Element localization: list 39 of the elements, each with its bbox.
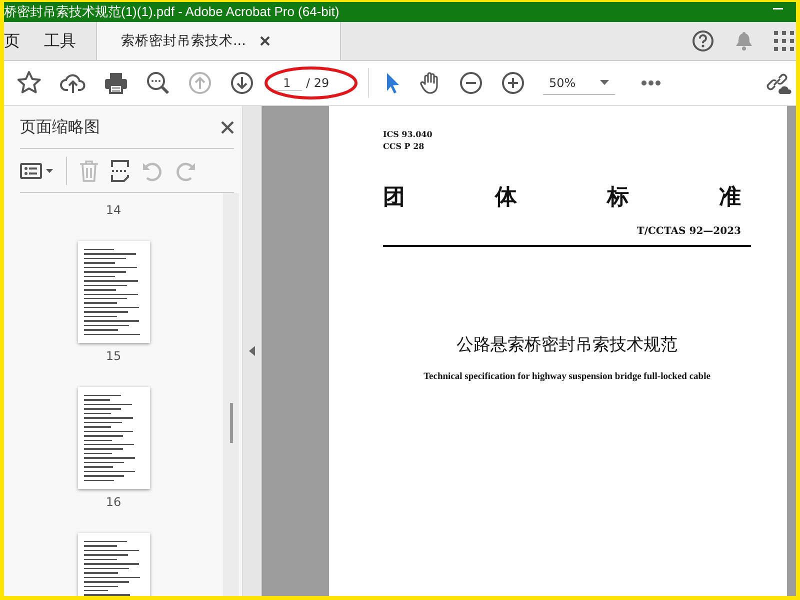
close-icon[interactable] — [260, 36, 270, 46]
page-number-label: 15 — [106, 349, 122, 363]
document-subtitle: Technical specification for highway suspension bridge full-locked cable — [422, 372, 712, 382]
classification-text: CCS P 28 — [383, 140, 426, 152]
page-thumbnail[interactable] — [78, 241, 150, 343]
classification-text: ICS 93.040 — [383, 128, 434, 140]
window-title: 桥密封吊索技术规范(1)(1).pdf - Adobe Acrobat Pro (64-bit) — [4, 3, 340, 21]
search-icon[interactable] — [146, 71, 170, 95]
page-number-field[interactable]: 1 — [272, 76, 302, 90]
page-number-label: 14 — [106, 203, 122, 217]
star-icon[interactable] — [16, 70, 42, 96]
document-title: 公路悬索桥密封吊索技术规范 — [456, 334, 678, 356]
heading-character: 团 — [383, 183, 405, 212]
panel-title: 页面缩略图 — [20, 116, 100, 138]
printer-icon[interactable] — [104, 72, 128, 94]
options-menu-icon[interactable] — [20, 162, 54, 178]
heading-character: 准 — [719, 183, 741, 212]
left-triangle-icon[interactable] — [249, 346, 255, 356]
zoom-in-icon[interactable] — [501, 71, 525, 95]
heading-character: 标 — [607, 183, 629, 212]
page-number-label: 16 — [106, 495, 122, 509]
tab[interactable]: 页 — [4, 22, 24, 60]
standard-code: T/CCTAS 92—2023 — [636, 226, 741, 237]
hand-icon[interactable] — [419, 71, 441, 95]
pointer-icon[interactable] — [385, 72, 401, 94]
zoom-out-icon[interactable] — [459, 71, 483, 95]
caret-icon — [600, 80, 609, 85]
more-icon[interactable] — [641, 80, 661, 86]
zoom-dropdown[interactable]: 50% — [543, 72, 615, 94]
tab[interactable]: 索桥密封吊索技术... — [97, 22, 341, 60]
help-icon[interactable] — [692, 30, 714, 52]
page-extract-icon[interactable] — [111, 160, 129, 182]
close-icon[interactable] — [221, 120, 234, 134]
scrollbar[interactable] — [223, 193, 239, 596]
heading-character: 体 — [495, 183, 517, 212]
page-thumbnail[interactable] — [78, 387, 150, 489]
apps-grid-icon[interactable] — [774, 31, 794, 51]
link-cloud-icon[interactable] — [766, 71, 792, 95]
page-total: / 29 — [306, 76, 330, 90]
